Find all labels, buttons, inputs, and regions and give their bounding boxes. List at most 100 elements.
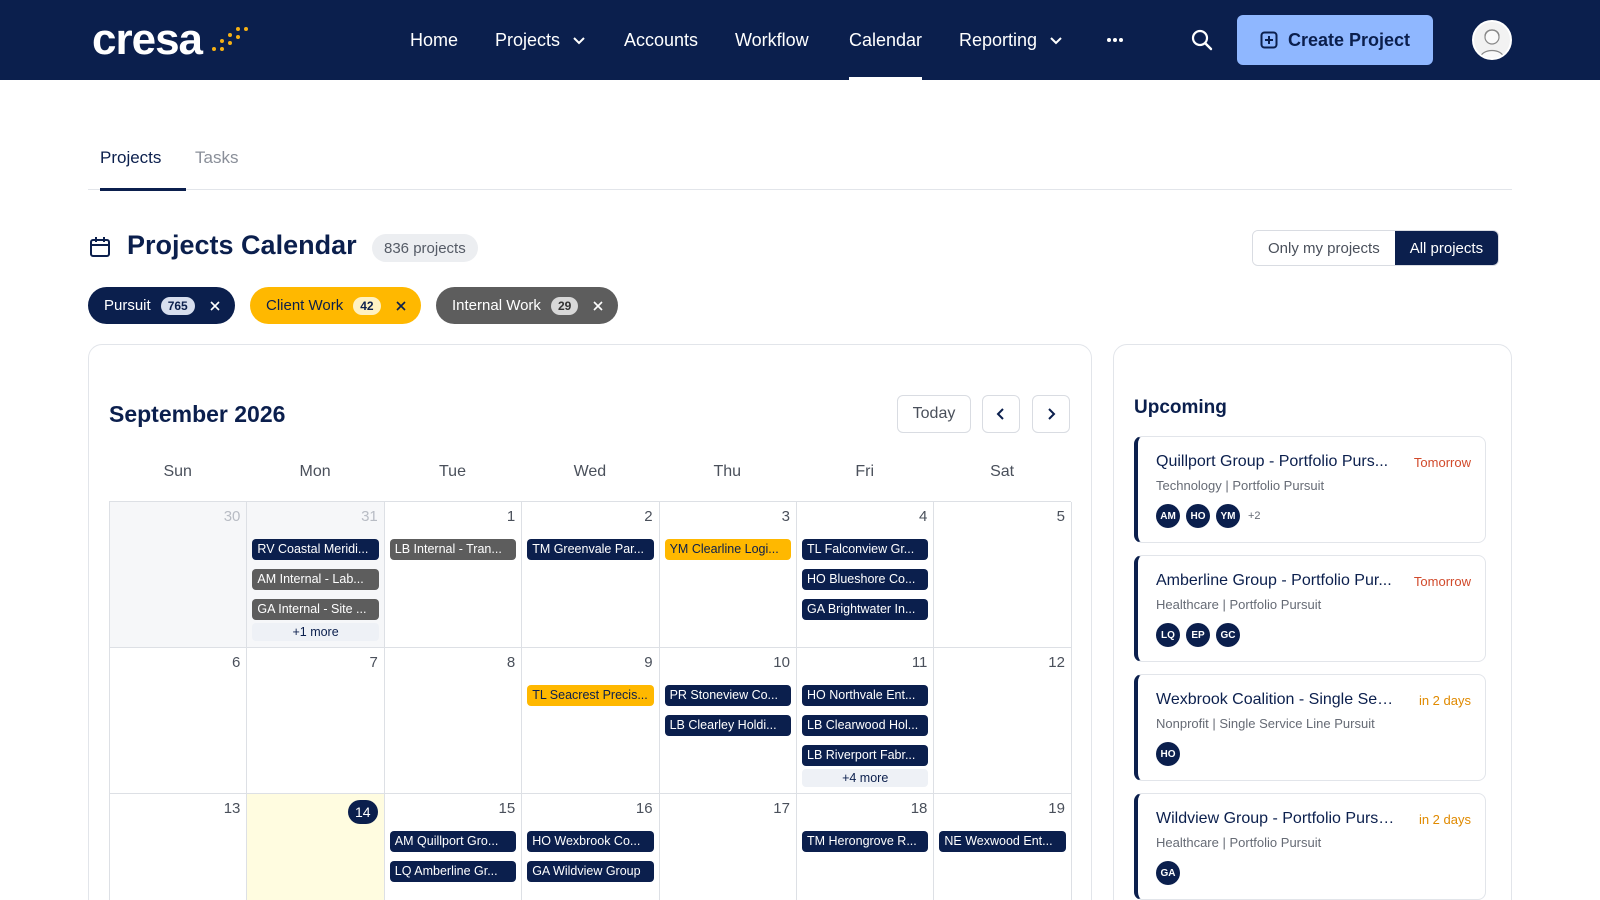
day-cell[interactable]: 4 TL Falconview Gr... HO Blueshore Co...… [797,502,935,648]
day-cell[interactable]: 15 AM Quillport Gro... LQ Amberline Gr..… [384,794,523,900]
filter-chip-client-work[interactable]: Client Work 42 [250,287,421,324]
upcoming-item-subtitle: Technology | Portfolio Pursuit [1156,478,1325,493]
filter-chip-pursuit[interactable]: Pursuit 765 [88,287,235,324]
tab-projects-label: Projects [100,148,162,167]
upcoming-item-due: in 2 days [1418,812,1471,827]
day-number: 4 [919,508,928,525]
more-events-link[interactable]: +4 more [802,769,929,787]
nav-reporting-label: Reporting [959,29,1038,50]
project-scope-toggle: Only my projects All projects [1252,230,1500,266]
day-number: 19 [1048,800,1065,817]
calendar-event[interactable]: HO Wexbrook Co... [527,831,654,852]
calendar-event[interactable]: LB Internal - Tran... [389,539,517,560]
nav-accounts[interactable]: Accounts [624,0,698,80]
day-cell[interactable]: 3 YM Clearline Logi... [659,502,797,648]
day-cell-today[interactable]: 14 [247,794,385,900]
day-cell[interactable]: 18 TM Herongrove R... [797,794,935,900]
month-title: September 2026 [109,401,286,427]
user-avatar[interactable] [1472,20,1512,60]
day-number: 17 [773,800,790,817]
next-month-button[interactable] [1032,395,1070,433]
weekday-thu: Thu [713,463,742,480]
weekday-sun: Sun [163,463,192,480]
close-icon[interactable] [395,300,407,312]
calendar-event[interactable]: AM Internal - Lab... [252,569,379,590]
search-icon[interactable] [1190,28,1214,52]
calendar-event[interactable]: TM Herongrove R... [802,831,929,852]
calendar-event[interactable]: NE Wexwood Ent... [939,831,1066,852]
nav-calendar[interactable]: Calendar [849,0,923,80]
filter-count: 29 [550,296,579,315]
upcoming-item-name: Amberline Group - Portfolio Pur... [1156,572,1392,589]
calendar-event[interactable]: AM Quillport Gro... [389,831,517,852]
only-my-projects-toggle[interactable]: Only my projects [1253,231,1395,265]
team-avatar: GC [1216,623,1240,647]
more-events-link[interactable]: +1 more [252,623,379,641]
calendar-event[interactable]: LB Clearwood Hol... [802,715,929,736]
day-cell[interactable]: 5 [934,502,1072,648]
day-cell[interactable]: 11 HO Northvale Ent... LB Clearwood Hol.… [797,648,935,794]
project-count-badge: 836 projects [372,234,478,262]
calendar-event[interactable]: GA Wildview Group [527,861,654,882]
upcoming-item[interactable]: Wildview Group - Portfolio Pursui... in … [1134,793,1486,900]
upcoming-item-subtitle: Healthcare | Portfolio Pursuit [1156,835,1322,850]
nav-projects[interactable]: Projects [495,0,586,80]
calendar-event[interactable]: TM Greenvale Par... [527,539,654,560]
upcoming-item-team: HO [1156,742,1180,766]
day-cell[interactable]: 9 TL Seacrest Precis... [522,648,660,794]
upcoming-item-team: GA [1156,861,1180,885]
calendar-event[interactable]: HO Northvale Ent... [802,685,929,706]
day-cell[interactable]: 12 [934,648,1072,794]
upcoming-item[interactable]: Amberline Group - Portfolio Pur... Tomor… [1134,555,1486,662]
plus-square-icon [1260,31,1278,49]
team-avatar: YM [1216,504,1240,528]
day-cell[interactable]: 6 [110,648,248,794]
tab-tasks[interactable]: Tasks [195,148,238,190]
calendar-event[interactable]: YM Clearline Logi... [664,539,791,560]
upcoming-panel: Upcoming Quillport Group - Portfolio Pur… [1113,344,1512,900]
calendar-event[interactable]: RV Coastal Meridi... [252,539,379,560]
upcoming-item[interactable]: Wexbrook Coalition - Single Servi... in … [1134,674,1486,781]
close-icon[interactable] [209,300,221,312]
nav-reporting[interactable]: Reporting [959,0,1063,80]
nav-home[interactable]: Home [410,0,458,80]
upcoming-item-name: Wildview Group - Portfolio Pursui... [1156,810,1396,827]
calendar-event[interactable]: LQ Amberline Gr... [389,861,517,882]
create-project-button[interactable]: Create Project [1237,15,1433,65]
day-cell[interactable]: 7 [247,648,385,794]
filter-label: Client Work [266,297,344,314]
calendar-event[interactable]: LB Clearley Holdi... [664,715,791,736]
day-cell[interactable]: 2 TM Greenvale Par... [522,502,660,648]
calendar-event[interactable]: PR Stoneview Co... [664,685,791,706]
day-number: 8 [506,654,516,671]
calendar-event[interactable]: GA Brightwater In... [802,599,929,620]
day-number: 18 [910,800,928,817]
calendar-event[interactable]: HO Blueshore Co... [802,569,929,590]
calendar-event[interactable]: TL Falconview Gr... [802,539,929,560]
day-cell[interactable]: 16 HO Wexbrook Co... GA Wildview Group [522,794,660,900]
upcoming-item[interactable]: Quillport Group - Portfolio Purs... Tomo… [1134,436,1486,543]
day-cell[interactable]: 1 LB Internal - Tran... [384,502,523,648]
day-cell[interactable]: 13 [110,794,248,900]
close-icon[interactable] [592,300,604,312]
day-cell[interactable]: 10 PR Stoneview Co... LB Clearley Holdi.… [659,648,797,794]
day-number: 2 [644,508,653,525]
calendar-event[interactable]: TL Seacrest Precis... [527,685,654,706]
day-cell[interactable]: 31 RV Coastal Meridi... AM Internal - La… [247,502,385,648]
previous-month-button[interactable] [982,395,1020,433]
day-cell[interactable]: 30 [110,502,248,648]
day-cell[interactable]: 19 NE Wexwood Ent... [934,794,1072,900]
all-projects-toggle[interactable]: All projects [1394,231,1499,265]
calendar-event[interactable]: GA Internal - Site ... [252,599,379,620]
calendar-event[interactable]: LB Riverport Fabr... [802,745,929,766]
filter-label: Pursuit [104,297,151,314]
cresa-logo[interactable]: cresa [92,18,249,62]
nav-workflow[interactable]: Workflow [735,0,809,80]
day-number: 6 [232,654,241,671]
day-cell[interactable]: 8 [384,648,523,794]
day-cell[interactable]: 17 [659,794,797,900]
more-options-icon[interactable] [1103,28,1127,52]
today-button[interactable]: Today [897,395,971,433]
filter-chip-internal-work[interactable]: Internal Work 29 [436,287,619,324]
tab-projects[interactable]: Projects [100,148,186,191]
